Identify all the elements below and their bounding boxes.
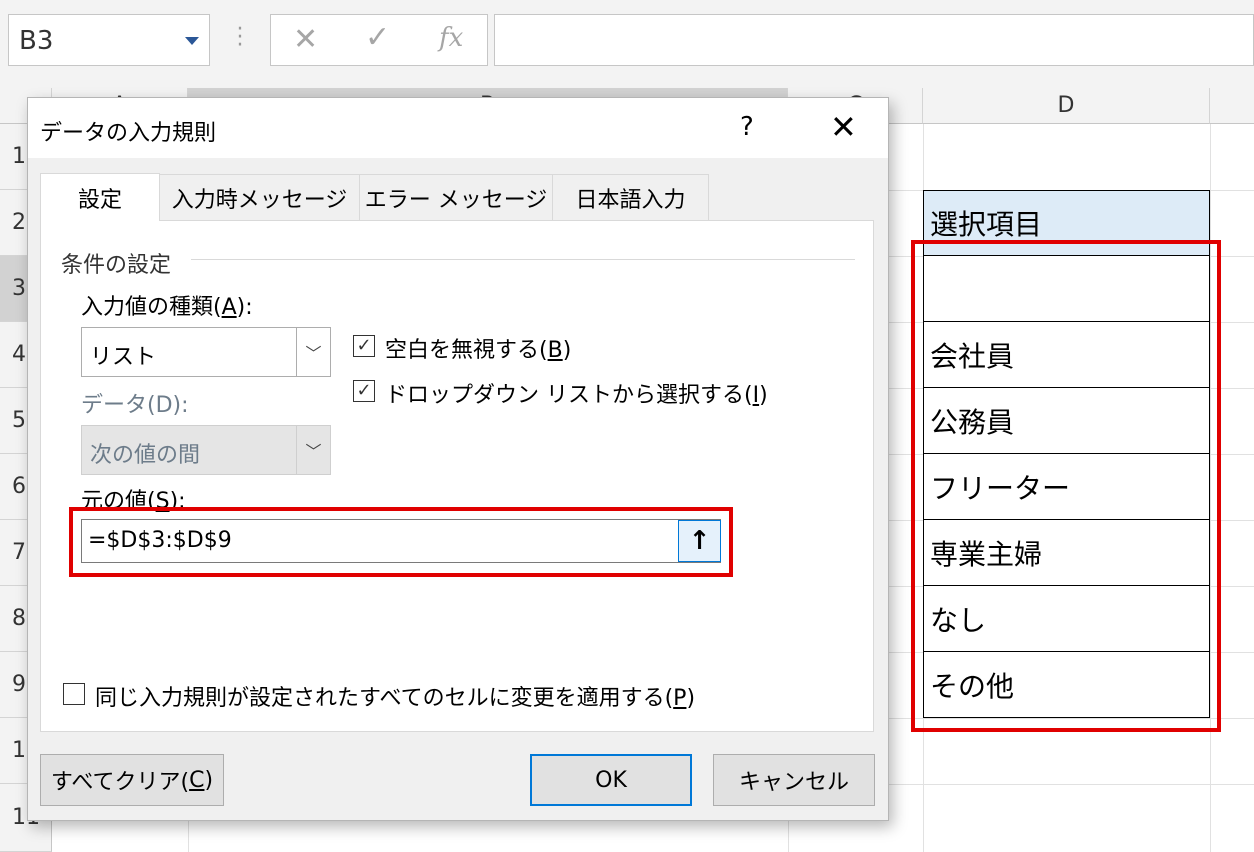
apply-to-all-checkbox[interactable] [63, 683, 85, 705]
allow-type-value: リスト [90, 345, 157, 370]
tab-settings[interactable]: 設定 [40, 173, 160, 221]
cancel-icon[interactable]: ✕ [293, 22, 318, 57]
column-header-d[interactable]: D [923, 88, 1210, 124]
settings-panel: 条件の設定 入力値の種類(A): リスト ﹀ データ(D): 次の値の間 ﹀ 元… [40, 220, 874, 732]
highlight-box-source-input [69, 507, 733, 577]
column-header-e[interactable] [1210, 88, 1254, 124]
group-divider [191, 259, 855, 260]
tab-input-message[interactable]: 入力時メッセージ [159, 174, 360, 220]
ok-button[interactable]: OK [530, 754, 692, 806]
insert-function-icon[interactable]: fx [439, 23, 463, 53]
chevron-down-icon: ﹀ [296, 426, 330, 474]
formula-buttons: ✕ ✓ fx [270, 14, 488, 66]
clear-all-button[interactable]: すべてクリア(C) [40, 754, 224, 806]
tab-japanese-input[interactable]: 日本語入力 [552, 174, 709, 220]
data-operator-select: 次の値の間 ﹀ [81, 425, 331, 475]
dialog-titlebar[interactable]: データの入力規則 ? ✕ [28, 98, 888, 158]
help-icon[interactable]: ? [740, 112, 754, 142]
allow-type-label: 入力値の種類(A): [81, 295, 253, 320]
highlight-box-source-range [911, 240, 1221, 732]
data-operator-value: 次の値の間 [90, 443, 201, 468]
ignore-blank-label[interactable]: 空白を無視する(B) [385, 332, 571, 364]
chevron-down-icon[interactable] [185, 37, 199, 45]
formula-input[interactable] [494, 14, 1254, 66]
check-icon[interactable]: ✓ [365, 20, 390, 55]
allow-type-select[interactable]: リスト ﹀ [81, 327, 331, 377]
in-cell-dropdown-label[interactable]: ドロップダウン リストから選択する(I) [385, 377, 768, 409]
name-box[interactable]: B3 [8, 14, 210, 66]
formula-bar: B3 · · · ✕ ✓ fx [0, 0, 1254, 88]
more-vertical-icon[interactable]: · · · [230, 19, 250, 57]
data-operator-label: データ(D): [81, 393, 189, 418]
chevron-down-icon[interactable]: ﹀ [296, 328, 330, 376]
close-icon[interactable]: ✕ [830, 108, 857, 146]
tab-error-message[interactable]: エラー メッセージ [359, 174, 553, 220]
ignore-blank-checkbox[interactable]: ✓ [353, 335, 375, 357]
dialog-title: データの入力規則 [40, 121, 217, 146]
in-cell-dropdown-checkbox[interactable]: ✓ [353, 380, 375, 402]
data-validation-dialog: データの入力規則 ? ✕ 設定 入力時メッセージ エラー メッセージ 日本語入力… [27, 97, 889, 821]
cancel-button[interactable]: キャンセル [713, 754, 875, 806]
apply-to-all-label[interactable]: 同じ入力規則が設定されたすべてのセルに変更を適用する(P) [95, 680, 695, 712]
name-box-value: B3 [19, 26, 54, 56]
group-label: 条件の設定 [61, 253, 172, 278]
